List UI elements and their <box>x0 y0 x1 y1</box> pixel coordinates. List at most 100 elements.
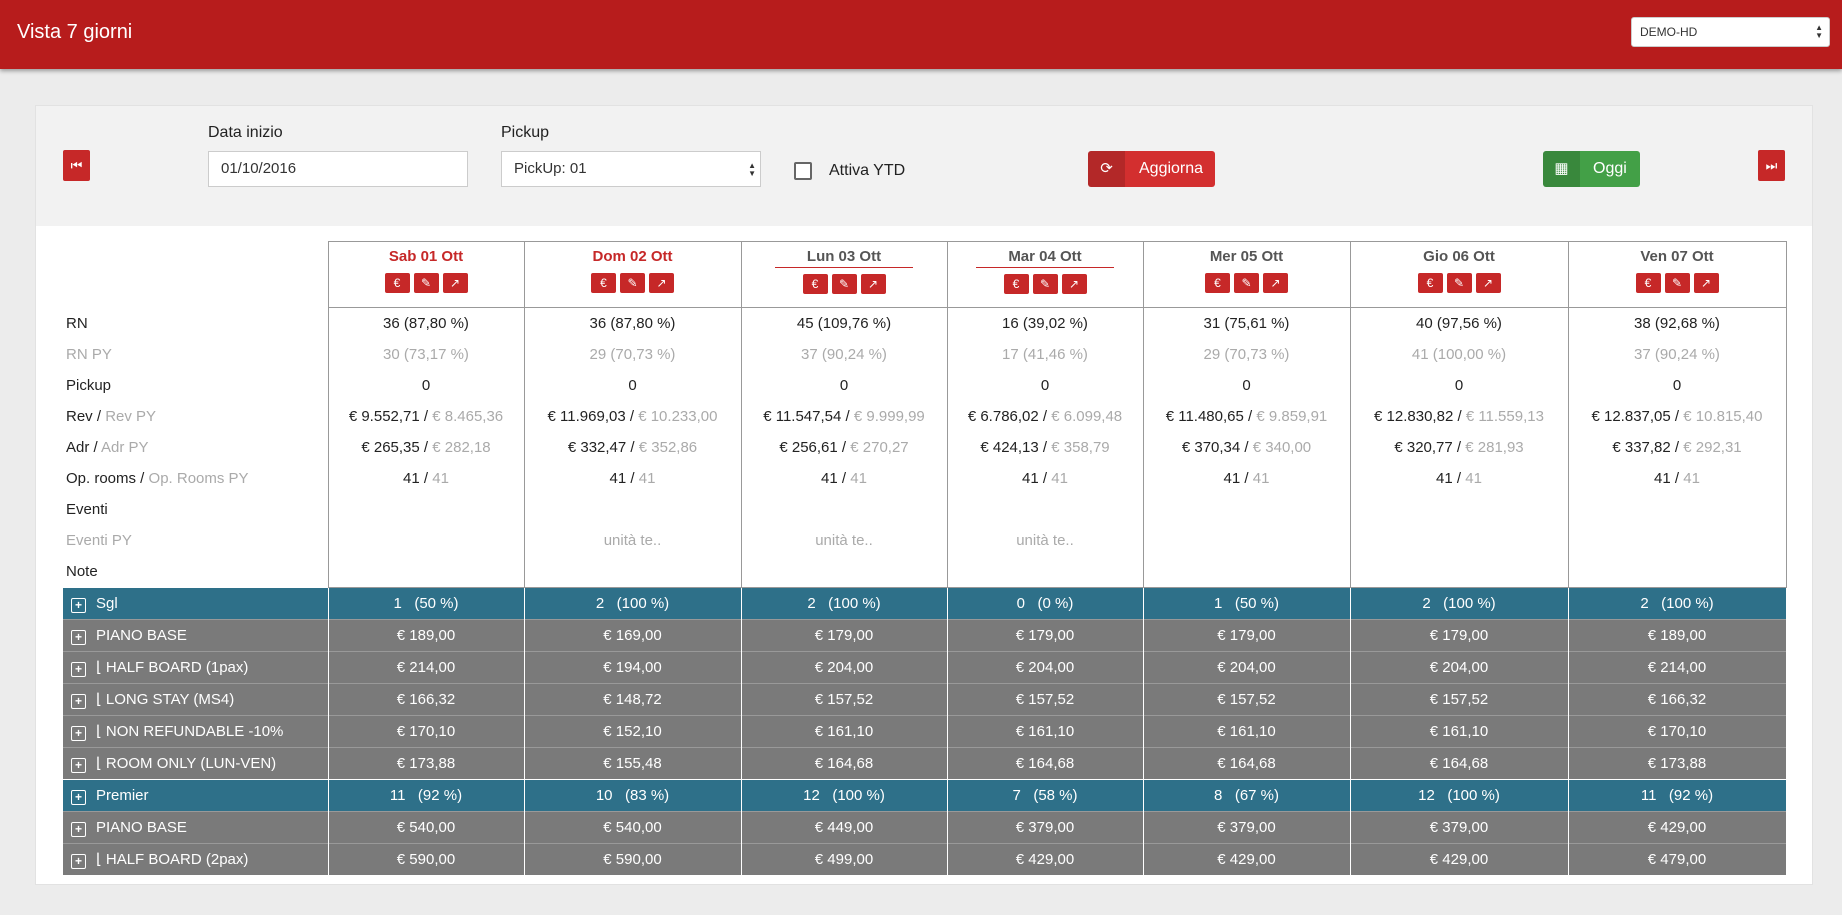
today-button[interactable]: ▦ Oggi <box>1543 151 1640 187</box>
expand-icon[interactable]: + <box>71 662 86 677</box>
expand-icon[interactable]: + <box>71 629 86 645</box>
sub-rate-icon: ⌊ <box>96 755 102 772</box>
day-header: Sab 01 Ott € ✎ ↗ <box>327 241 525 308</box>
rate-cell: € 379,00 <box>1142 811 1351 844</box>
row-label-text: RN <box>66 314 88 332</box>
euro-icon[interactable]: € <box>1417 273 1443 293</box>
euro-icon[interactable]: € <box>802 274 828 294</box>
external-link-icon[interactable]: ↗ <box>1263 273 1288 293</box>
rate-value: € 157,52 <box>1015 691 1075 708</box>
info-row-note: Note <box>63 556 1787 588</box>
external-link-icon[interactable]: ↗ <box>442 273 468 293</box>
edit-icon[interactable]: ✎ <box>831 274 857 294</box>
occupancy-value: 12 (100 %) <box>1418 787 1500 804</box>
expand-icon[interactable]: + <box>71 758 86 773</box>
row-label-py: Adr PY <box>101 439 149 456</box>
rate-plan-label: + ⌊ HALF BOARD (1pax) <box>63 651 328 684</box>
expand-icon[interactable]: + <box>71 694 86 709</box>
rate-value: € 429,00 <box>1217 851 1276 868</box>
separator: / <box>1243 408 1257 425</box>
seven-day-grid: Sab 01 Ott € ✎ ↗ Dom 02 Ott € ✎ ↗ Lun 03 Ott € ✎ ↗ M… <box>63 241 1787 875</box>
row-label-py: Rev PY <box>105 408 157 425</box>
ytd-checkbox[interactable] <box>794 162 812 180</box>
cell-value-py: € 340,00 <box>1252 439 1312 456</box>
cell-value-py: 41 <box>1465 470 1482 487</box>
previous-week-button[interactable]: ⏮ <box>63 150 90 181</box>
cell-note <box>1567 556 1787 588</box>
info-row-rev: Rev / Rev PY € 9.552,71 / € 8.465,36 € 11.… <box>63 401 1787 432</box>
expand-icon[interactable]: + <box>71 789 86 805</box>
edit-icon[interactable]: ✎ <box>1032 274 1058 294</box>
pickup-select[interactable]: PickUp: 01 ▲ ▼ <box>501 151 761 187</box>
occupancy-value: 1 (50 %) <box>1213 595 1280 612</box>
start-date-input[interactable]: 01/10/2016 <box>208 151 468 187</box>
cell-eventi <box>1567 494 1787 525</box>
euro-icon[interactable]: € <box>384 273 410 293</box>
rate-value: € 214,00 <box>1647 659 1707 676</box>
rate-cell: € 170,10 <box>327 715 525 748</box>
room-type-label: + Premier <box>63 779 328 812</box>
cell-rn-py: 30 (73,17 %) <box>327 339 525 370</box>
next-week-button[interactable]: ⏭ <box>1758 150 1785 181</box>
cell-value: 41 <box>1022 470 1039 487</box>
rate-value: € 429,00 <box>1015 851 1075 868</box>
info-row-op: Op. rooms / Op. Rooms PY 41 / 41 41 / 41 41… <box>63 463 1787 494</box>
euro-icon[interactable]: € <box>1003 274 1029 294</box>
rate-plan-label: + ⌊ NON REFUNDABLE -10% <box>63 715 328 748</box>
external-link-icon[interactable]: ↗ <box>649 273 674 293</box>
rate-cell: € 429,00 <box>1142 843 1351 875</box>
occupancy-value: 11 (92 %) <box>1640 787 1714 804</box>
cell-rn-py: 29 (70,73 %) <box>1142 339 1351 370</box>
edit-icon[interactable]: ✎ <box>1446 273 1472 293</box>
edit-icon[interactable]: ✎ <box>620 273 645 293</box>
cell-eventi-py <box>1349 525 1569 556</box>
separator: / <box>419 470 433 487</box>
occupancy-cell: 8 (67 %) <box>1142 779 1351 812</box>
cell-adr: € 265,35 / € 282,18 <box>327 432 525 463</box>
rate-plan-name: PIANO BASE <box>96 626 187 644</box>
rate-plan-row: + ⌊ LONG STAY (MS4) € 166,32 € 148,72 € 157,5… <box>63 683 1787 716</box>
row-label-text: Rev / <box>66 408 102 425</box>
hotel-select[interactable]: DEMO-HD ▲ ▼ <box>1631 17 1830 47</box>
day-name: Mar 04 Ott <box>976 248 1114 268</box>
euro-icon[interactable]: € <box>1205 273 1230 293</box>
rate-value: € 148,72 <box>603 691 662 708</box>
external-link-icon[interactable]: ↗ <box>1061 274 1087 294</box>
external-link-icon[interactable]: ↗ <box>1693 273 1719 293</box>
edit-icon[interactable]: ✎ <box>1234 273 1259 293</box>
header-blank <box>63 242 328 308</box>
rate-value: € 429,00 <box>1647 819 1707 836</box>
expand-icon[interactable]: + <box>71 854 86 869</box>
date-label: Data inizio <box>208 124 283 141</box>
expand-icon[interactable]: + <box>71 597 86 613</box>
rate-value: € 170,10 <box>1647 723 1707 740</box>
rate-value: € 189,00 <box>1647 627 1707 644</box>
rate-plan-row: + ⌊ ROOM ONLY (LUN-VEN) € 173,88 € 155,48 € 1… <box>63 747 1787 780</box>
euro-icon[interactable]: € <box>1635 273 1661 293</box>
cell-eventi <box>1142 494 1351 525</box>
cell-value: € 11.969,03 <box>547 408 626 425</box>
external-link-icon[interactable]: ↗ <box>1475 273 1501 293</box>
rate-value: € 204,00 <box>1429 659 1489 676</box>
separator: / <box>1670 470 1684 487</box>
expand-icon[interactable]: + <box>71 821 86 837</box>
refresh-button[interactable]: ⟳ Aggiorna <box>1088 151 1215 187</box>
separator: / <box>625 408 639 425</box>
rate-value: € 449,00 <box>814 819 874 836</box>
rate-cell: € 179,00 <box>740 619 948 652</box>
expand-icon[interactable]: + <box>71 726 86 741</box>
edit-icon[interactable]: ✎ <box>1664 273 1690 293</box>
rate-cell: € 166,32 <box>327 683 525 716</box>
rate-value: € 590,00 <box>396 851 456 868</box>
cell-eventi <box>523 494 742 525</box>
occupancy-cell: 2 (100 %) <box>1349 587 1569 620</box>
cell-note <box>740 556 948 588</box>
external-link-icon[interactable]: ↗ <box>860 274 886 294</box>
cell-value-py: 41 <box>1252 470 1270 487</box>
edit-icon[interactable]: ✎ <box>413 273 439 293</box>
euro-icon[interactable]: € <box>591 273 616 293</box>
cell-value-py: € 282,18 <box>432 439 491 456</box>
rate-value: € 379,00 <box>1429 819 1489 836</box>
cell-pickup: 0 <box>946 370 1144 401</box>
rate-cell: € 170,10 <box>1567 715 1787 748</box>
